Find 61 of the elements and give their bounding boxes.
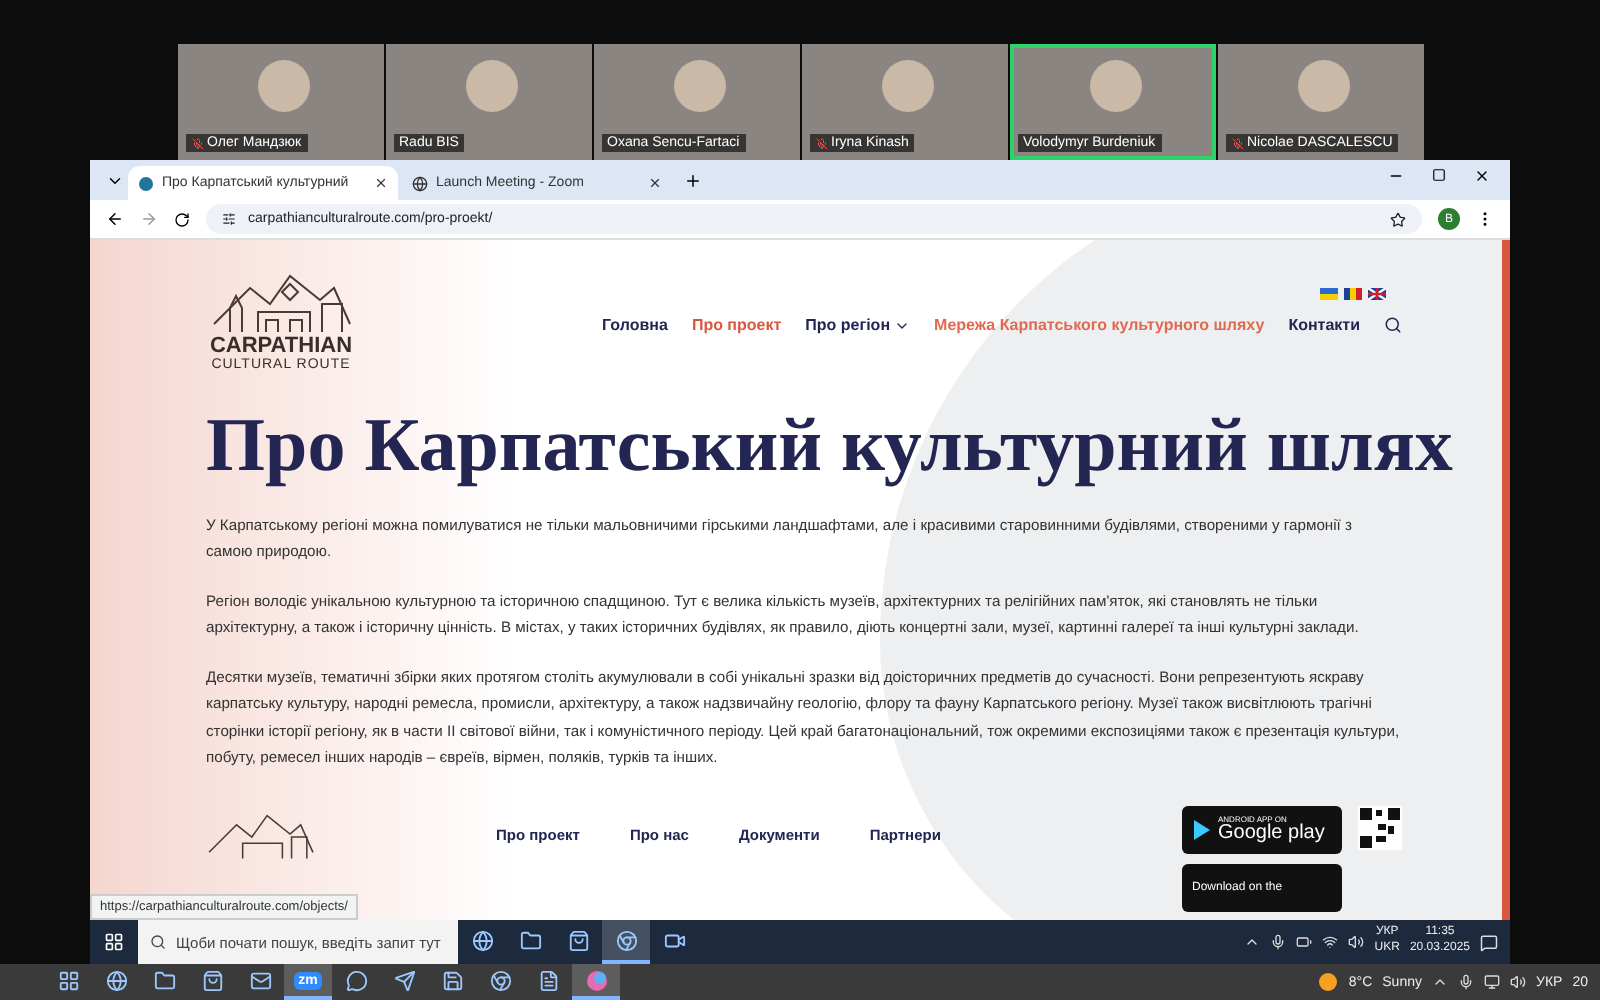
taskbar-app-button[interactable] [602, 920, 650, 964]
muted-mic-icon [815, 137, 827, 149]
logo-title: CARPATHIAN [209, 336, 353, 358]
battery-icon[interactable] [1296, 934, 1313, 950]
notifications-icon[interactable] [1480, 933, 1498, 951]
shopping-bag-icon [567, 929, 589, 951]
chat-bubble-icon [345, 969, 367, 991]
paper-plane-icon [393, 969, 415, 991]
muted-mic-icon [191, 137, 203, 149]
page-heading: Про Карпатський культурний шлях [206, 404, 1453, 492]
close-icon[interactable] [648, 176, 662, 190]
nav-link[interactable]: Головна [602, 316, 668, 334]
person-silhouette [465, 60, 517, 112]
mail-icon [249, 969, 271, 991]
microphone-icon[interactable] [1270, 934, 1287, 950]
speaker-icon[interactable] [1510, 974, 1526, 990]
close-icon[interactable] [1474, 168, 1490, 184]
sun-icon [1318, 972, 1339, 992]
speaker-icon[interactable] [1348, 934, 1365, 950]
flag-icon[interactable] [1344, 288, 1362, 300]
reload-icon[interactable] [174, 211, 190, 227]
microphone-icon[interactable] [1458, 974, 1474, 990]
nav-link[interactable]: Про проект [691, 316, 782, 334]
person-silhouette [881, 60, 933, 112]
nav-link[interactable]: Контакти [1288, 316, 1360, 334]
folder-icon [519, 929, 541, 951]
search-icon [150, 934, 166, 950]
wifi-icon[interactable] [1322, 934, 1339, 950]
circle-logo-icon [489, 969, 511, 991]
grid-icon [57, 969, 79, 991]
globe-icon [105, 969, 127, 991]
qr-code-icon [1358, 805, 1402, 850]
video-camera-icon [663, 929, 685, 951]
nav-link[interactable]: Про регіон [805, 316, 911, 334]
person-silhouette [1297, 60, 1349, 112]
new-tab-icon[interactable] [684, 171, 702, 189]
maximize-icon[interactable] [1432, 168, 1446, 182]
flag-icon[interactable] [1368, 288, 1386, 300]
person-silhouette [673, 60, 725, 112]
monitor-icon[interactable] [1484, 974, 1500, 990]
document-icon [537, 969, 559, 991]
person-silhouette [257, 60, 309, 112]
circle-logo-icon [615, 929, 637, 951]
back-icon[interactable] [106, 210, 124, 228]
shopping-bag-icon [201, 969, 223, 991]
globe-icon [471, 929, 493, 951]
close-icon[interactable] [374, 176, 388, 190]
play-triangle-icon [1192, 817, 1212, 842]
windows-grid-icon [104, 932, 124, 952]
search-icon[interactable] [1384, 316, 1402, 334]
site-logo-icon [138, 175, 154, 191]
chevron-up-icon[interactable] [1244, 934, 1261, 950]
folder-icon [153, 969, 175, 991]
colorful-circle-icon [585, 969, 607, 991]
chevron-up-icon[interactable] [1432, 974, 1448, 990]
person-silhouette [1089, 60, 1141, 112]
muted-mic-icon [1231, 137, 1243, 149]
bookmark-star-icon[interactable] [1390, 211, 1406, 227]
globe-icon [412, 175, 428, 191]
site-settings-icon[interactable] [222, 212, 236, 226]
forward-icon[interactable] [140, 210, 158, 228]
